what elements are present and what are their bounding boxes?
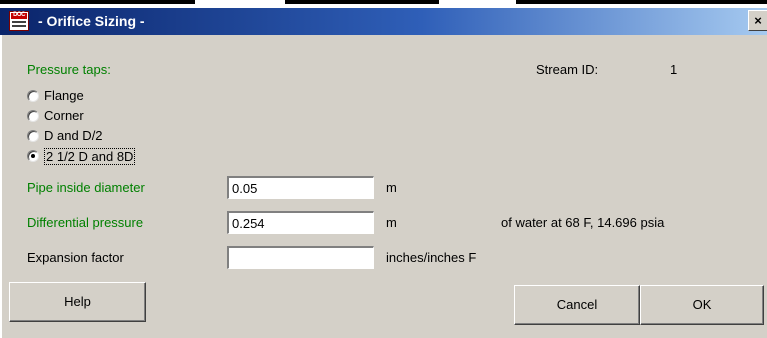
radio-circle-selected (27, 150, 39, 162)
differential-pressure-unit: m (386, 215, 397, 230)
radio-circle (27, 90, 39, 102)
pipe-inside-diameter-unit: m (386, 180, 397, 195)
radio-2-1-2-d-and-8d-label: 2 1/2 D and 8D (44, 148, 136, 165)
expansion-factor-field[interactable] (227, 246, 374, 269)
expansion-factor-label: Expansion factor (27, 250, 124, 265)
stream-id-value: 1 (670, 62, 678, 77)
cancel-button[interactable]: Cancel (514, 285, 640, 325)
radio-flange[interactable]: Flange (27, 88, 227, 105)
top-edge-strip (0, 0, 767, 8)
app-icon-line (12, 25, 26, 27)
window-title: - Orifice Sizing - (38, 13, 145, 29)
dialog-left-edge (0, 35, 2, 338)
radio-2-1-2-d-and-8d[interactable]: 2 1/2 D and 8D (27, 148, 227, 165)
pressure-taps-label: Pressure taps: (27, 62, 111, 77)
title-bar[interactable]: DOC - Orifice Sizing - × (0, 8, 767, 35)
pipe-inside-diameter-label: Pipe inside diameter (27, 180, 145, 195)
pipe-inside-diameter-field[interactable] (227, 176, 374, 199)
differential-pressure-note: of water at 68 F, 14.696 psia (501, 215, 665, 230)
radio-circle (27, 110, 39, 122)
differential-pressure-label: Differential pressure (27, 215, 144, 230)
radio-corner-label: Corner (44, 108, 84, 123)
top-edge-segment (285, 0, 439, 4)
ok-button[interactable]: OK (640, 285, 764, 325)
app-icon-line (12, 21, 26, 23)
radio-d-and-d2-label: D and D/2 (44, 128, 103, 143)
top-edge-segment (0, 0, 195, 4)
close-button[interactable]: × (748, 10, 767, 31)
help-button[interactable]: Help (9, 282, 146, 322)
radio-selected-dot (31, 154, 35, 158)
stream-id-label: Stream ID: (536, 62, 599, 77)
top-edge-segment (516, 0, 767, 4)
app-icon[interactable]: DOC (9, 11, 29, 31)
expansion-factor-unit: inches/inches F (386, 250, 477, 265)
differential-pressure-field[interactable] (227, 211, 374, 234)
radio-d-and-d2[interactable]: D and D/2 (27, 128, 227, 145)
app-icon-text: DOC (13, 12, 25, 18)
radio-corner[interactable]: Corner (27, 108, 227, 125)
radio-flange-label: Flange (44, 88, 84, 103)
radio-circle (27, 130, 39, 142)
